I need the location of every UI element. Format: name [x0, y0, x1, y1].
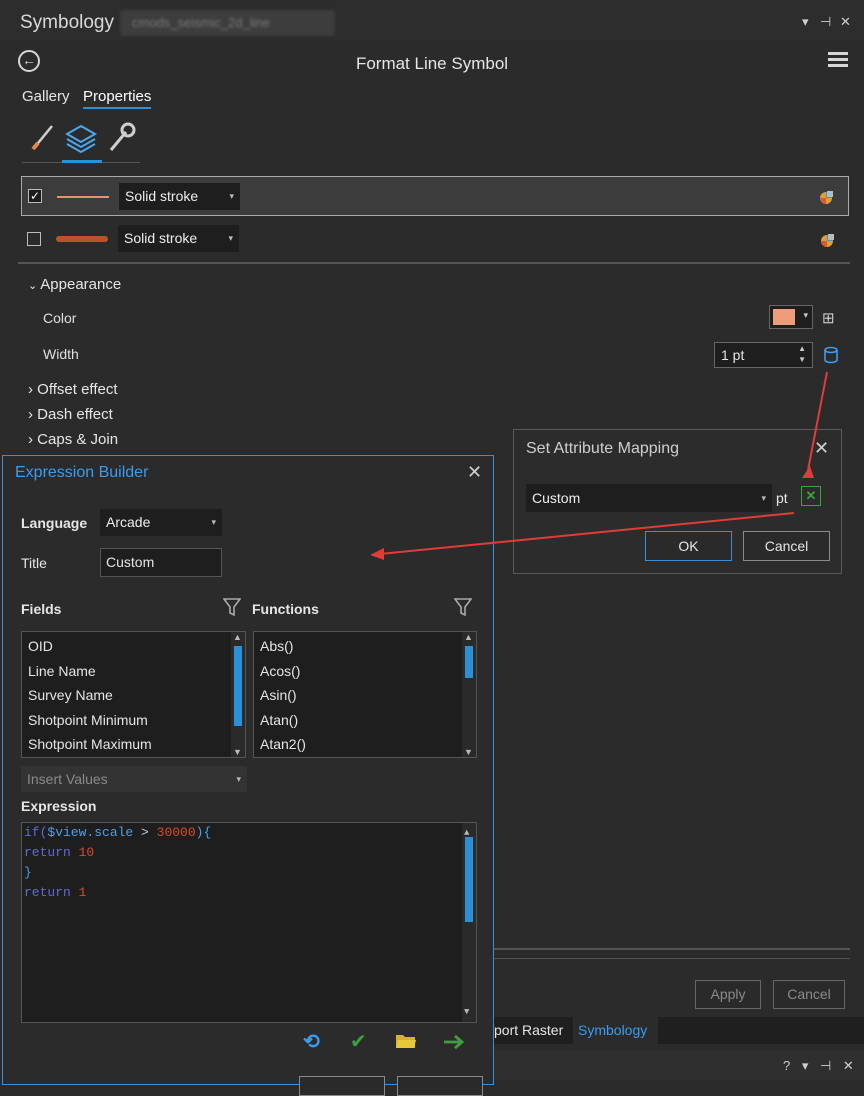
- chevron-down-icon: ⌄: [28, 280, 41, 292]
- filter-icon[interactable]: [454, 597, 472, 617]
- mapping-dropdown[interactable]: Custom ▾: [526, 484, 772, 512]
- cancel-button[interactable]: Cancel: [773, 980, 845, 1009]
- scrollbar[interactable]: ▲ ▼: [231, 632, 245, 757]
- divider: [494, 948, 850, 950]
- insert-values-dropdown[interactable]: Insert Values ▾: [21, 766, 247, 792]
- color-picker[interactable]: ▾: [769, 305, 813, 329]
- width-spinner[interactable]: 1 pt ▲ ▼: [714, 342, 813, 368]
- cancel-button[interactable]: [397, 1076, 483, 1096]
- fields-list[interactable]: OID Line Name Survey Name Shotpoint Mini…: [21, 631, 246, 758]
- expression-editor[interactable]: if($view.scale > 30000){ return 10 } ret…: [21, 822, 477, 1023]
- active-icon-underline: [62, 160, 102, 163]
- symbol-layer-row[interactable]: Solid stroke ▾: [21, 220, 849, 260]
- wrench-icon[interactable]: [106, 122, 136, 157]
- stroke-preview: [56, 236, 108, 242]
- layers-icon[interactable]: [64, 122, 98, 159]
- tab-gallery[interactable]: Gallery: [22, 88, 70, 105]
- expression-builder-dialog: Expression Builder ✕ Language Arcade ▾ Ti…: [2, 455, 494, 1096]
- language-label: Language: [21, 515, 88, 531]
- ok-button[interactable]: [299, 1076, 385, 1096]
- lower-pane-controls[interactable]: ? ▾ ⊣ ✕: [783, 1058, 858, 1074]
- list-item[interactable]: Abs(): [254, 634, 476, 659]
- apply-button[interactable]: Apply: [695, 980, 761, 1009]
- list-item[interactable]: Atan(): [254, 708, 476, 733]
- divider: [18, 262, 850, 264]
- pin-icon[interactable]: ⊣: [820, 14, 831, 30]
- layer-visibility-checkbox[interactable]: [27, 232, 41, 246]
- chevron-right-icon: ›: [28, 381, 38, 398]
- list-item[interactable]: Acos(): [254, 659, 476, 684]
- cancel-button[interactable]: Cancel: [743, 531, 830, 561]
- functions-list[interactable]: Abs() Acos() Asin() Atan() Atan2() ▲ ▼: [253, 631, 477, 758]
- pane-options-icon[interactable]: ▾: [802, 14, 809, 30]
- scrollbar[interactable]: ▲ ▼: [462, 823, 476, 1022]
- title-input[interactable]: Custom: [100, 548, 222, 577]
- ok-button[interactable]: OK: [645, 531, 732, 561]
- expression-label: Expression: [21, 798, 97, 814]
- folder-open-icon[interactable]: [395, 1032, 417, 1050]
- unit-label: pt: [776, 490, 788, 506]
- dash-effect-section[interactable]: › Dash effect: [28, 406, 113, 423]
- format-title: Format Line Symbol: [355, 54, 509, 73]
- stroke-type-dropdown[interactable]: Solid stroke ▾: [118, 225, 239, 252]
- fields-label: Fields: [21, 601, 62, 617]
- arrow-right-icon[interactable]: [443, 1034, 465, 1050]
- dialog-title: Set Attribute Mapping: [526, 440, 679, 457]
- verify-checkmark-icon[interactable]: ✔: [350, 1029, 367, 1054]
- tab-properties[interactable]: Properties: [83, 88, 152, 109]
- offset-effect-section[interactable]: › Offset effect: [28, 381, 118, 398]
- title-label: Title: [21, 555, 47, 571]
- database-icon[interactable]: [822, 346, 840, 364]
- appearance-section[interactable]: ⌄ Appearance: [28, 276, 121, 293]
- caps-join-section[interactable]: › Caps & Join: [28, 431, 118, 448]
- add-color-icon[interactable]: ⊞: [822, 309, 835, 327]
- chevron-right-icon: ›: [28, 406, 38, 423]
- symbol-layer-row[interactable]: ✓ Solid stroke ▾: [21, 176, 849, 216]
- divider: [494, 958, 850, 959]
- close-icon[interactable]: ✕: [814, 438, 829, 459]
- list-item[interactable]: Survey Name: [22, 683, 245, 708]
- list-item[interactable]: Shotpoint Minimum: [22, 708, 245, 733]
- list-item[interactable]: Atan2(): [254, 732, 476, 757]
- brush-icon[interactable]: [30, 122, 56, 155]
- tab-export-raster[interactable]: port Raster: [494, 1022, 563, 1038]
- stroke-type-dropdown[interactable]: Solid stroke ▾: [119, 183, 240, 210]
- list-item[interactable]: Shotpoint Maximum: [22, 732, 245, 757]
- chevron-right-icon: ›: [28, 431, 38, 448]
- spinner-arrows-icon[interactable]: ▲ ▼: [798, 343, 806, 365]
- close-pane-icon[interactable]: ✕: [840, 14, 851, 30]
- filter-icon[interactable]: [223, 597, 241, 617]
- dialog-title: Expression Builder: [15, 464, 149, 481]
- pane-title: Symbology: [20, 12, 114, 33]
- color-label: Color: [43, 310, 77, 326]
- lock-icon[interactable]: [818, 189, 834, 205]
- close-icon[interactable]: ✕: [467, 462, 482, 483]
- list-item[interactable]: Line Name: [22, 659, 245, 684]
- tab-symbology[interactable]: Symbology: [578, 1022, 647, 1038]
- width-label: Width: [43, 346, 79, 362]
- language-dropdown[interactable]: Arcade ▾: [100, 509, 222, 536]
- set-attribute-mapping-dialog: Set Attribute Mapping ✕ Custom ▾ pt ✕ OK …: [513, 429, 842, 574]
- list-item[interactable]: Asin(): [254, 683, 476, 708]
- functions-label: Functions: [252, 601, 319, 617]
- hamburger-menu-icon[interactable]: [828, 52, 848, 70]
- lock-icon[interactable]: [819, 232, 835, 248]
- layer-name-field[interactable]: cmods_seismic_2d_line: [120, 10, 335, 36]
- list-item[interactable]: OID: [22, 634, 245, 659]
- expression-builder-icon[interactable]: ✕: [801, 486, 821, 506]
- undo-icon[interactable]: ⟲: [303, 1029, 320, 1054]
- layer-visibility-checkbox[interactable]: ✓: [28, 189, 42, 203]
- scrollbar[interactable]: ▲ ▼: [462, 632, 476, 757]
- stroke-preview: [57, 196, 109, 198]
